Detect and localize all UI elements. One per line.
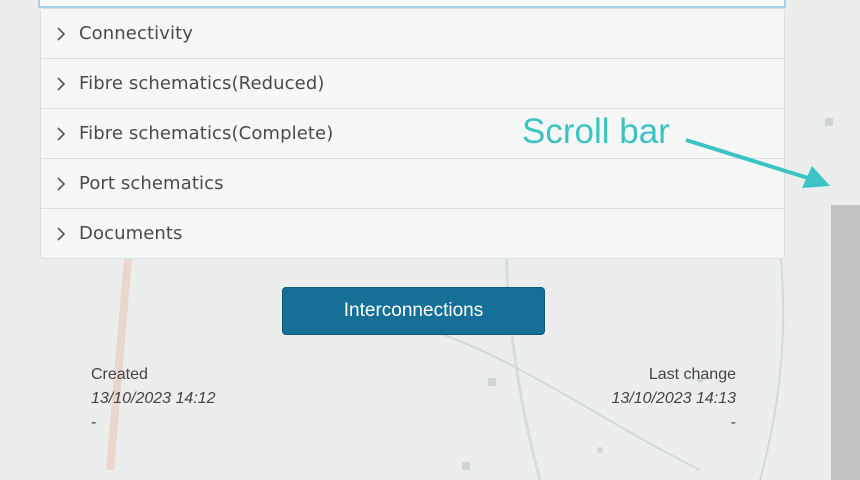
scrollbar-thumb[interactable]: [831, 205, 860, 480]
last-change-label: Last change: [648, 366, 736, 383]
search-field-edge[interactable]: [38, 0, 786, 8]
accordion-label: Fibre schematics(Reduced): [79, 73, 325, 94]
scroll-bar-annotation: Scroll bar: [522, 112, 670, 151]
accordion-label: Documents: [79, 223, 183, 244]
accordion-label: Connectivity: [79, 23, 193, 44]
chevron-right-icon: [57, 176, 67, 192]
created-by: -: [91, 414, 97, 431]
accordion-item-documents[interactable]: Documents: [41, 208, 784, 258]
arrow-icon: [680, 130, 840, 204]
created-label: Created: [91, 366, 148, 383]
chevron-right-icon: [57, 26, 67, 42]
created-info: Created 13/10/2023 14:12 -: [91, 363, 216, 435]
accordion-label: Port schematics: [79, 173, 224, 194]
chevron-right-icon: [57, 76, 67, 92]
created-value: 13/10/2023 14:12: [91, 390, 216, 407]
accordion-item-fibre-reduced[interactable]: Fibre schematics(Reduced): [41, 58, 784, 108]
last-change-by: -: [730, 414, 736, 431]
last-change-info: Last change 13/10/2023 14:13 -: [611, 363, 736, 435]
accordion-label: Fibre schematics(Complete): [79, 123, 334, 144]
interconnections-button[interactable]: Interconnections: [282, 287, 545, 335]
accordion-item-port-schematics[interactable]: Port schematics: [41, 158, 784, 208]
accordion-item-connectivity[interactable]: Connectivity: [41, 9, 784, 58]
details-accordion: Connectivity Fibre schematics(Reduced) F…: [40, 8, 785, 259]
chevron-right-icon: [57, 226, 67, 242]
last-change-value: 13/10/2023 14:13: [611, 390, 736, 407]
accordion-item-fibre-complete[interactable]: Fibre schematics(Complete): [41, 108, 784, 158]
chevron-right-icon: [57, 126, 67, 142]
